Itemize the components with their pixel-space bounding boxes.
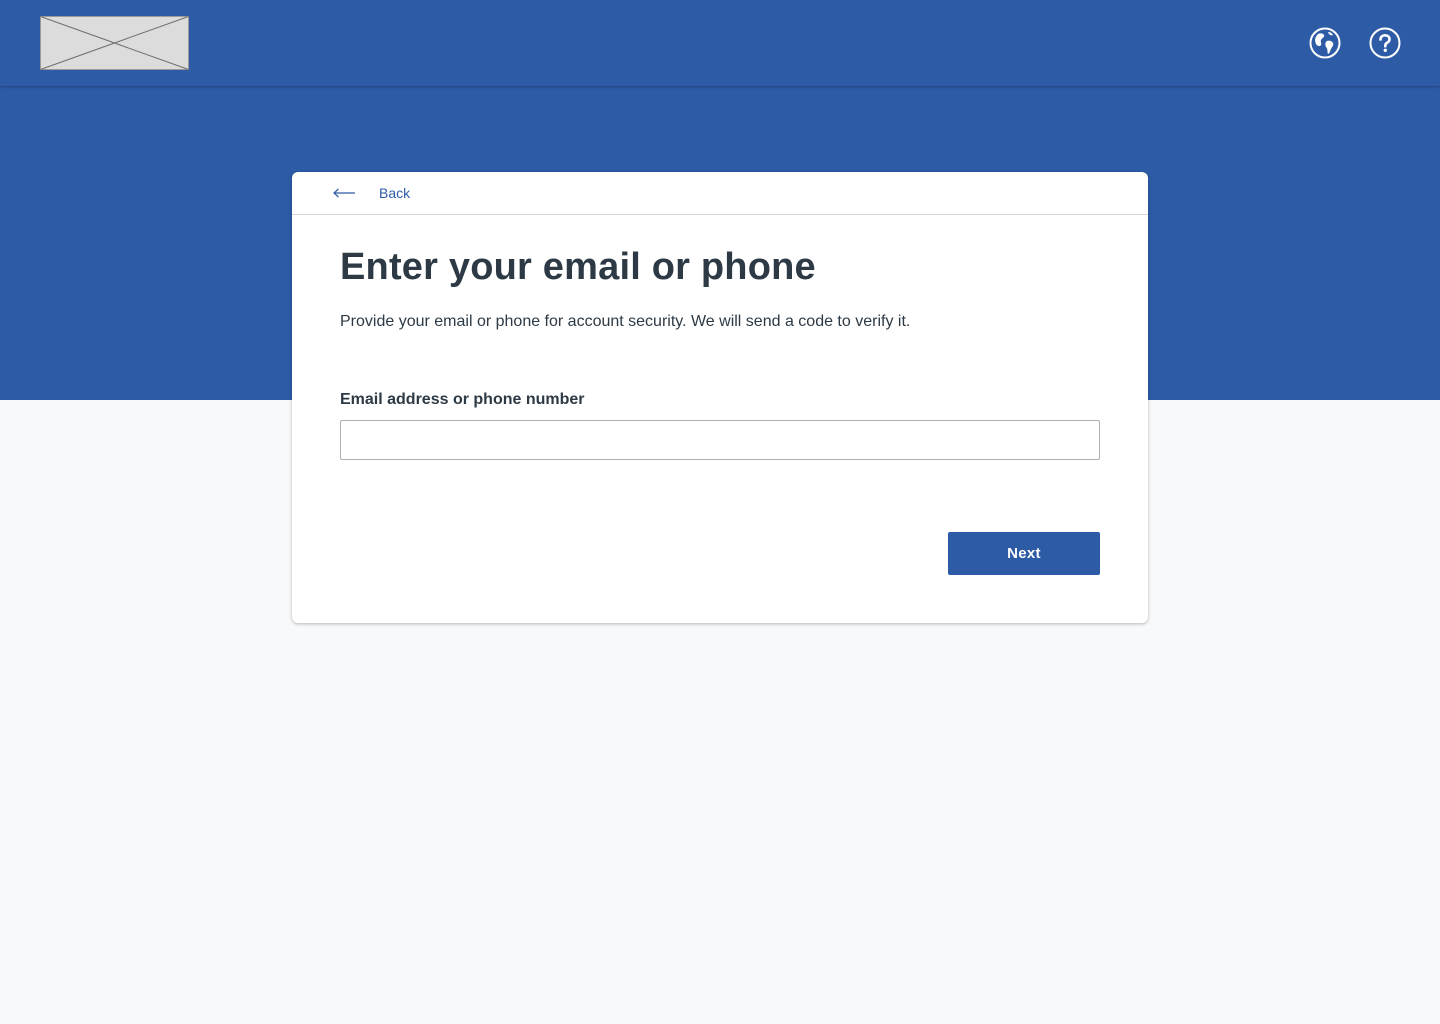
email-or-phone-label: Email address or phone number bbox=[340, 391, 585, 408]
back-link[interactable]: Back bbox=[332, 183, 410, 203]
back-label: Back bbox=[379, 185, 411, 201]
email-or-phone-input[interactable] bbox=[340, 420, 1100, 460]
top-bar bbox=[0, 0, 1440, 86]
verification-card: Back Enter your email or phone Provide y… bbox=[292, 172, 1148, 623]
help-icon[interactable] bbox=[1369, 27, 1401, 59]
card-top-bar: Back bbox=[292, 172, 1148, 215]
globe-icon[interactable] bbox=[1309, 27, 1341, 59]
next-button[interactable]: Next bbox=[948, 532, 1100, 575]
arrow-left-icon bbox=[333, 188, 355, 198]
page-title: Enter your email or phone bbox=[340, 246, 816, 288]
logo-placeholder-icon bbox=[40, 16, 189, 70]
page-subtitle: Provide your email or phone for account … bbox=[340, 313, 911, 330]
